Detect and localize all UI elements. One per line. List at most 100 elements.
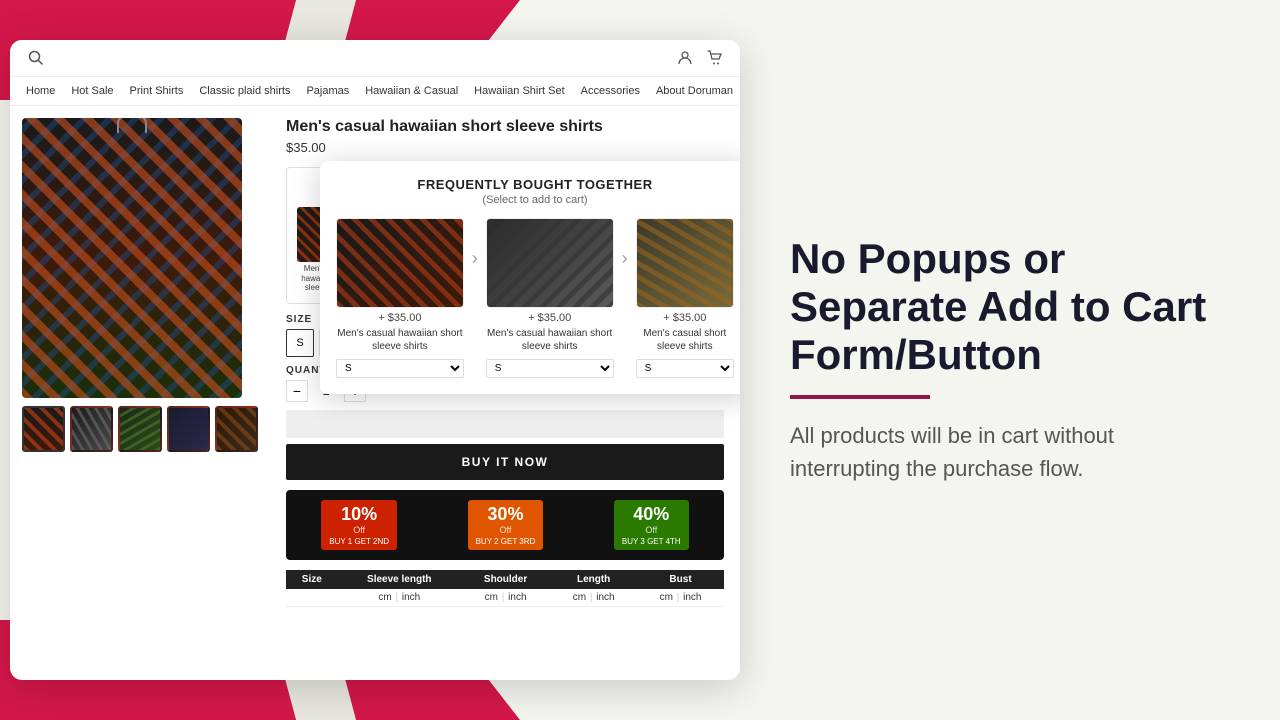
size-chart-header-length: Length: [550, 570, 637, 589]
sep-3: |: [590, 592, 595, 603]
unit-inch-2: inch: [508, 592, 526, 603]
size-chart-header-shoulder: Shoulder: [461, 570, 550, 589]
fbt-modal-size-1[interactable]: SMLXL: [336, 359, 464, 378]
size-chart-length-units: cm | inch: [550, 589, 637, 607]
size-chart-header-sleeve: Sleeve length: [338, 570, 461, 589]
sep-2: |: [502, 592, 507, 603]
topbar-icons: [676, 49, 724, 67]
discount-pct-3: 40%: [633, 504, 669, 524]
discount-off-1: Off: [329, 525, 389, 535]
fbt-modal-img-3: [636, 218, 734, 308]
discount-off-3: Off: [622, 525, 681, 535]
thumbnail-row: [22, 406, 258, 452]
nav-hot-sale[interactable]: Hot Sale: [71, 85, 113, 97]
quantity-decrease[interactable]: −: [286, 380, 308, 402]
product-images: [10, 106, 270, 672]
discount-item-3: 40% Off BUY 3 GET 4TH: [614, 500, 689, 550]
fbt-modal-items: + $35.00 Men's casual hawaiian short sle…: [336, 218, 734, 378]
add-to-cart-bar: [286, 410, 724, 438]
browser-window: Home Hot Sale Print Shirts Classic plaid…: [10, 40, 740, 680]
fbt-modal-item-1: + $35.00 Men's casual hawaiian short sle…: [336, 218, 464, 378]
right-content: No Popups or Separate Add to Cart Form/B…: [740, 195, 1280, 526]
nav-home[interactable]: Home: [26, 85, 55, 97]
size-chart-empty: [286, 589, 338, 607]
thumbnail-4[interactable]: [167, 406, 210, 452]
nav-classic-plaid[interactable]: Classic plaid shirts: [199, 85, 290, 97]
nav-accessories[interactable]: Accessories: [581, 85, 640, 97]
fbt-modal-item-3: + $35.00 Men's casual short sleeve shirt…: [636, 218, 734, 378]
size-chart: Size Sleeve length Shoulder Length Bust …: [286, 570, 724, 607]
shirt-pattern: [22, 118, 242, 398]
thumbnail-3[interactable]: [118, 406, 161, 452]
unit-inch-4: inch: [683, 592, 701, 603]
thumbnail-2[interactable]: [70, 406, 113, 452]
fbt-modal-arrow-2: ›: [622, 218, 628, 269]
fbt-modal-name-2: Men's casual hawaiian short sleeve shirt…: [486, 327, 614, 353]
nav-hawaiian-casual[interactable]: Hawaiian & Casual: [365, 85, 458, 97]
size-chart-unit-row: cm | inch cm | inch cm: [286, 589, 724, 607]
fbt-modal-price-2: + $35.00: [486, 312, 614, 324]
hanger-icon: [117, 118, 147, 133]
sep-1: |: [395, 592, 400, 603]
unit-inch-1: inch: [402, 592, 420, 603]
unit-cm-2: cm: [485, 592, 498, 603]
product-price: $35.00: [286, 140, 724, 155]
main-container: Home Hot Sale Print Shirts Classic plaid…: [0, 0, 1280, 720]
fbt-modal-img-1: [336, 218, 464, 308]
unit-cm-3: cm: [573, 592, 586, 603]
fbt-modal-item-wrap-2: + $35.00 Men's casual hawaiian short sle…: [486, 218, 614, 378]
nav-bar: Home Hot Sale Print Shirts Classic plaid…: [10, 77, 740, 106]
discount-pct-1: 10%: [341, 504, 377, 524]
discount-desc-3: BUY 3 GET 4TH: [622, 537, 681, 546]
sep-4: |: [677, 592, 682, 603]
nav-about[interactable]: About Doruman: [656, 85, 733, 97]
fbt-modal-size-3[interactable]: SMLXL: [636, 359, 734, 378]
discount-pct-2: 30%: [487, 504, 523, 524]
size-s[interactable]: S: [286, 329, 314, 357]
browser-topbar: [10, 40, 740, 77]
cart-icon[interactable]: [706, 49, 724, 67]
buy-now-button[interactable]: BUY IT NOW: [286, 444, 724, 480]
nav-hawaiian-set[interactable]: Hawaiian Shirt Set: [474, 85, 565, 97]
unit-inch-3: inch: [596, 592, 614, 603]
fbt-modal-item-2: + $35.00 Men's casual hawaiian short sle…: [486, 218, 614, 378]
size-chart-sleeve-units: cm | inch: [338, 589, 461, 607]
fbt-modal-item-wrap-1: + $35.00 Men's casual hawaiian short sle…: [336, 218, 464, 378]
thumbnail-5[interactable]: [215, 406, 258, 452]
size-chart-shoulder-units: cm | inch: [461, 589, 550, 607]
fbt-modal: FREQUENTLY BOUGHT TOGETHER (Select to ad…: [320, 161, 740, 394]
search-icon[interactable]: [26, 48, 46, 68]
size-chart-bust-units: cm | inch: [637, 589, 724, 607]
discount-off-2: Off: [476, 525, 536, 535]
unit-cm-4: cm: [660, 592, 673, 603]
right-divider: [790, 395, 930, 399]
discount-banner: 10% Off BUY 1 GET 2ND 30% Off BUY 2 GET …: [286, 490, 724, 560]
fbt-modal-price-1: + $35.00: [336, 312, 464, 324]
fbt-modal-item-wrap-3: + $35.00 Men's casual short sleeve shirt…: [636, 218, 734, 378]
fbt-modal-img-2: [486, 218, 614, 308]
account-icon[interactable]: [676, 49, 694, 67]
nav-pajamas[interactable]: Pajamas: [306, 85, 349, 97]
product-area: Men's casual hawaiian short sleeve shirt…: [10, 106, 740, 672]
discount-desc-2: BUY 2 GET 3RD: [476, 537, 536, 546]
fbt-modal-size-2[interactable]: SMLXL: [486, 359, 614, 378]
unit-cm-1: cm: [378, 592, 391, 603]
discount-item-2: 30% Off BUY 2 GET 3RD: [468, 500, 544, 550]
fbt-modal-price-3: + $35.00: [636, 312, 734, 324]
thumbnail-1[interactable]: [22, 406, 65, 452]
right-heading: No Popups or Separate Add to Cart Form/B…: [790, 235, 1230, 380]
right-description: All products will be in cart without int…: [790, 419, 1230, 485]
fbt-modal-name-1: Men's casual hawaiian short sleeve shirt…: [336, 327, 464, 353]
main-product-image: [22, 118, 242, 398]
fbt-modal-arrow-1: ›: [472, 218, 478, 269]
fbt-modal-title: FREQUENTLY BOUGHT TOGETHER: [336, 177, 734, 192]
size-chart-header-size: Size: [286, 570, 338, 589]
fbt-modal-name-3: Men's casual short sleeve shirts: [636, 327, 734, 353]
size-chart-header-bust: Bust: [637, 570, 724, 589]
product-info: Men's casual hawaiian short sleeve shirt…: [270, 106, 740, 672]
discount-item-1: 10% Off BUY 1 GET 2ND: [321, 500, 397, 550]
product-title: Men's casual hawaiian short sleeve shirt…: [286, 118, 724, 136]
fbt-modal-subtitle: (Select to add to cart): [336, 194, 734, 206]
nav-print-shirts[interactable]: Print Shirts: [130, 85, 184, 97]
discount-desc-1: BUY 1 GET 2ND: [329, 537, 389, 546]
